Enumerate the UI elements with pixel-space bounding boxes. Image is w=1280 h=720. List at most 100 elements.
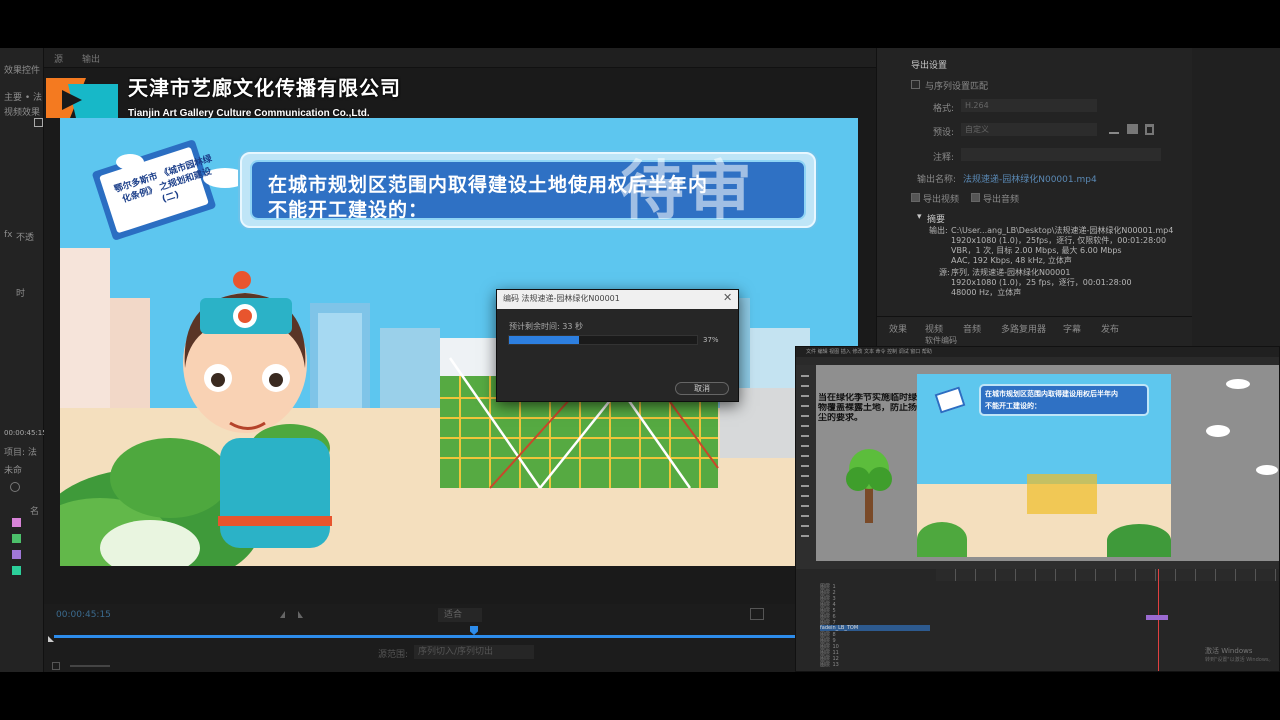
zoom-dropdown[interactable]: 适合 xyxy=(438,608,482,622)
animate-canvas[interactable]: 在城市规划区范围内取得建设用权后半年内 不能开工建设的： xyxy=(917,374,1171,557)
tab-effects[interactable]: 效果 xyxy=(889,322,907,335)
summary-output-line-4: AAC, 192 Kbps, 48 kHz, 立体声 xyxy=(951,256,1072,265)
export-audio-checkbox[interactable] xyxy=(971,193,980,202)
export-settings-title: 导出设置 xyxy=(911,61,948,71)
export-preview-panel xyxy=(1192,48,1280,348)
windows-activation-title: 激活 Windows xyxy=(1205,647,1253,655)
output-name-link[interactable]: 法规速递-园林绿化N00001.mp4 xyxy=(963,172,1097,185)
summary-source-line-1: 序列, 法规速递-园林绿化N00001 xyxy=(951,268,1071,277)
label-swatch-purple xyxy=(12,550,21,559)
current-timecode[interactable]: 00:00:45:15 xyxy=(56,610,111,620)
tab-captions[interactable]: 字幕 xyxy=(1063,322,1081,335)
save-preset-icon[interactable] xyxy=(1109,125,1119,134)
source-range-label: 源范围: xyxy=(378,650,409,660)
name-column-header[interactable]: 名 xyxy=(30,504,39,517)
summary-output-line-1: C:\User...ang_LB\Desktop\法规速递-园林绿化N00001… xyxy=(951,226,1174,235)
windows-activation-note: 转到"设置"以激活 Windows。 xyxy=(1205,657,1274,663)
company-name-cn: 天津市艺廊文化传播有限公司 xyxy=(128,76,401,100)
animate-left-text-line-1: 当在绿化季节实施临时绿 xyxy=(818,393,918,403)
canvas-banner-line-1: 在城市规划区范围内取得建设用权后半年内 xyxy=(985,390,1118,398)
summary-output-line-2: 1920x1080 (1.0)，25fps，逐行, 仅限软件，00:01:28:… xyxy=(951,236,1167,245)
output-name-label: 输出名称: xyxy=(917,175,957,185)
mark-out-icon[interactable] xyxy=(298,611,303,618)
tab-multiplexer[interactable]: 多路复用器 xyxy=(1001,322,1046,335)
summary-output-label: 输出: xyxy=(929,226,948,235)
import-preset-icon[interactable] xyxy=(1127,124,1138,134)
clip-selector[interactable]: 主要 • 法 xyxy=(4,90,44,103)
tab-publish[interactable]: 发布 xyxy=(1101,322,1119,335)
delete-preset-icon[interactable] xyxy=(1145,124,1154,135)
animate-tools-panel xyxy=(796,365,816,561)
cloud-icon xyxy=(1256,465,1278,475)
effect-controls-panel: 效果控件 主要 • 法 视频效果 fx 不透 时 00:00:45:15 项目:… xyxy=(0,48,44,672)
tree-icon xyxy=(846,449,892,523)
preset-label: 预设: xyxy=(933,128,955,138)
animate-left-text-line-2: 物覆盖裸露土地，防止扬 xyxy=(818,403,918,413)
animate-document-tabs xyxy=(796,357,1279,365)
canvas-bush xyxy=(917,522,967,557)
source-range-dropdown[interactable]: 序列切入/序列切出 xyxy=(414,645,534,659)
canvas-scaffold xyxy=(1027,474,1097,514)
settings-icon[interactable] xyxy=(750,608,764,620)
summary-source-label: 源: xyxy=(939,268,950,277)
cancel-button[interactable]: 取消 xyxy=(675,382,729,395)
export-audio-label: 导出音频 xyxy=(983,195,1020,205)
tab-source[interactable]: 源 xyxy=(54,52,63,65)
company-logo xyxy=(46,78,118,118)
cloud-icon xyxy=(1226,379,1250,389)
canvas-banner-line-2: 不能开工建设的： xyxy=(985,402,1041,410)
encoding-progress-bar xyxy=(508,335,698,345)
dialog-title: 编码 法规速递-园林绿化N00001 xyxy=(503,294,620,303)
time-remaining: 预计剩余时间: 33 秒 xyxy=(509,322,583,331)
project-tab[interactable]: 项目: 法 xyxy=(4,445,44,458)
comment-input[interactable] xyxy=(961,148,1161,161)
close-icon[interactable]: ✕ xyxy=(723,291,732,304)
preset-dropdown[interactable]: 自定义 xyxy=(961,123,1097,136)
layer-row[interactable]: 图层_13 xyxy=(820,661,930,667)
effect-controls-tab[interactable]: 效果控件 xyxy=(4,63,44,76)
company-name-en: Tianjin Art Gallery Culture Communicatio… xyxy=(128,108,370,119)
project-bin-label: 未命 xyxy=(4,466,23,476)
export-video-checkbox[interactable] xyxy=(911,193,920,202)
pending-review-stamp: 待审 xyxy=(620,155,756,229)
canvas-sign xyxy=(934,386,966,414)
comment-label: 注释: xyxy=(933,153,955,163)
zoom-slider[interactable] xyxy=(70,665,110,667)
animate-window: 文件 编辑 视图 插入 修改 文本 命令 控制 调试 窗口 帮助 当在绿化季节实… xyxy=(795,346,1280,672)
video-effects-label: 视频效果 xyxy=(4,108,41,118)
summary-source-line-2: 1920x1080 (1.0)，25 fps，逐行，00:01:28:00 xyxy=(951,278,1132,287)
match-sequence-checkbox[interactable] xyxy=(911,80,920,89)
program-monitor-header xyxy=(44,48,876,68)
transform-icon[interactable] xyxy=(34,118,43,127)
format-label: 格式: xyxy=(933,104,955,114)
render-label: 软件编码 xyxy=(925,336,957,345)
chevron-down-icon[interactable]: ▾ xyxy=(917,212,922,222)
mark-in-icon[interactable] xyxy=(280,611,285,618)
canvas-bush xyxy=(1107,524,1171,557)
encoding-dialog: 编码 法规速递-园林绿化N00001 ✕ 预计剩余时间: 33 秒 37% 取消 xyxy=(496,289,739,402)
banner-line-2: 不能开工建设的： xyxy=(268,199,429,221)
label-swatch-teal xyxy=(12,566,21,575)
fit-icon[interactable] xyxy=(52,662,60,670)
animate-menubar[interactable]: 文件 编辑 视图 插入 修改 文本 命令 控制 调试 窗口 帮助 xyxy=(796,347,1279,357)
progress-percent: 37% xyxy=(703,336,719,344)
fx-icon[interactable]: fx xyxy=(4,230,13,240)
timeline-scrubber[interactable] xyxy=(54,635,876,638)
timeline-playhead[interactable] xyxy=(1158,569,1159,671)
search-icon[interactable] xyxy=(10,482,20,492)
motion-tween-span[interactable] xyxy=(1146,615,1168,620)
canvas-banner: 在城市规划区范围内取得建设用权后半年内 不能开工建设的： xyxy=(979,384,1149,416)
tab-output[interactable]: 输出 xyxy=(82,52,100,65)
timeline-ruler[interactable] xyxy=(936,569,1279,581)
encoding-progress-fill xyxy=(509,336,579,344)
opacity-label: 不透 xyxy=(16,233,35,243)
summary-output-line-3: VBR，1 次, 目标 2.00 Mbps, 最大 6.00 Mbps xyxy=(951,246,1122,255)
export-settings-panel: 导出设置 与序列设置匹配 格式: H.264 预设: 自定义 注释: 输出名称:… xyxy=(876,48,1193,348)
tab-audio[interactable]: 音频 xyxy=(963,322,981,335)
tool-icons[interactable] xyxy=(801,371,809,541)
tab-video[interactable]: 视频 xyxy=(925,322,943,335)
format-dropdown[interactable]: H.264 xyxy=(961,99,1097,112)
export-video-label: 导出视频 xyxy=(923,195,960,205)
effect-timecode: 00:00:45:15 xyxy=(4,429,44,437)
animate-left-text: 当在绿化季节实施临时绿 物覆盖裸露土地，防止扬 尘的要求。 xyxy=(818,393,917,423)
